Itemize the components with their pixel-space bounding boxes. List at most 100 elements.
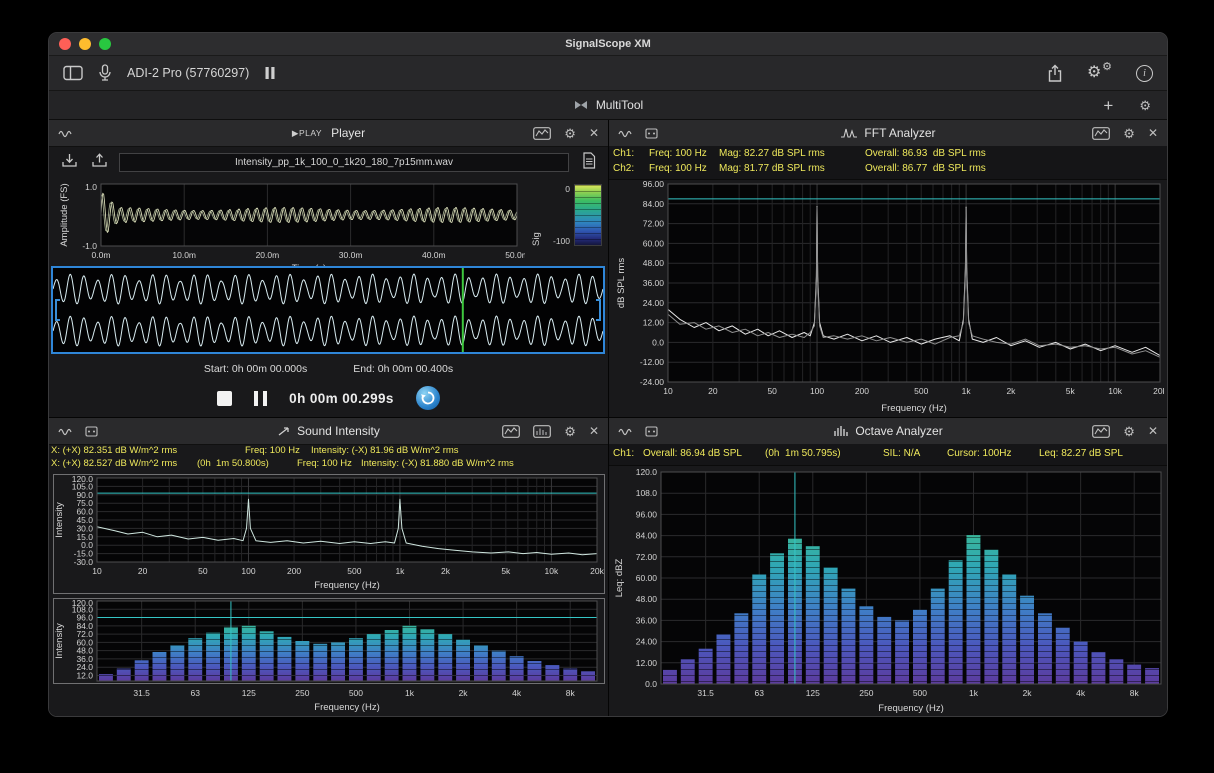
close-button[interactable] (59, 38, 71, 50)
panel-settings-button[interactable]: ⚙ (564, 425, 576, 438)
svg-text:2k: 2k (459, 688, 469, 698)
loop-icon (420, 390, 436, 406)
fft-ch2-label: Ch2: (613, 163, 634, 174)
svg-text:4k: 4k (1076, 688, 1086, 698)
intensity-spectrum-chart[interactable]: 120.0105.090.075.060.045.030.015.00.0-15… (53, 474, 605, 594)
sig-meter-scale: 0 -100 (546, 184, 570, 246)
panel-settings-button[interactable]: ⚙ (1123, 127, 1135, 140)
svg-text:120.0: 120.0 (636, 467, 658, 477)
stop-button[interactable] (217, 391, 232, 406)
sig-meter-bar (574, 184, 602, 246)
tool-tabbar: MultiTool + ⚙ (49, 91, 1167, 120)
share-button[interactable] (1047, 64, 1063, 83)
gear-icon: ⚙ (1123, 127, 1135, 140)
svg-text:24.00: 24.00 (636, 637, 658, 647)
titlebar[interactable]: SignalScope XM (49, 33, 1167, 56)
file-info-icon (582, 152, 596, 169)
toolbar: ADI-2 Pro (57760297) ⚙ ⚙ i (49, 56, 1167, 91)
panel-close-button[interactable]: ✕ (1148, 424, 1158, 438)
close-icon: ✕ (1148, 424, 1158, 438)
panel-settings-button[interactable]: ⚙ (1123, 425, 1135, 438)
waveform-overview[interactable] (51, 266, 605, 354)
svg-text:72.00: 72.00 (636, 552, 658, 562)
tab-multitool[interactable]: MultiTool (596, 98, 643, 112)
svg-text:2k: 2k (1006, 386, 1016, 396)
svg-text:125: 125 (806, 688, 820, 698)
svg-text:Frequency (Hz): Frequency (Hz) (881, 403, 946, 414)
plot-display-button[interactable] (1092, 425, 1110, 438)
panel-close-button[interactable]: ✕ (1148, 126, 1158, 140)
minimize-button[interactable] (79, 38, 91, 50)
svg-text:2k: 2k (1023, 688, 1033, 698)
device-selector[interactable]: ADI-2 Pro (57760297) (127, 66, 249, 80)
plot-display-icon (1092, 425, 1110, 438)
player-amplitude-chart[interactable]: 1.0-1.00.0m10.0m20.0m30.0m40.0m50.0mTime… (55, 182, 525, 274)
octave-readout: Ch1: Overall: 86.94 dB SPL (0h 1m 50.795… (609, 444, 1167, 466)
gear-icon: ⚙ (1123, 425, 1135, 438)
layout-settings-button[interactable]: ⚙ (1139, 99, 1151, 112)
input-source-button[interactable] (98, 64, 112, 82)
window-title: SignalScope XM (565, 38, 651, 50)
plot-display-button[interactable] (502, 425, 520, 438)
svg-text:10.0m: 10.0m (172, 250, 196, 260)
sig-top-tick: 0 (546, 184, 570, 194)
fft-ch1-label: Ch1: (613, 148, 634, 159)
svg-text:1.0: 1.0 (85, 182, 97, 192)
svg-text:50.0m: 50.0m (505, 250, 525, 260)
export-file-button[interactable] (91, 152, 108, 171)
input-pause-button[interactable] (264, 66, 276, 80)
player-panel: ▶PLAY Player ⚙ ✕ Intensity_pp_1k_100_0_1… (49, 120, 608, 417)
octave-overall: Overall: 86.94 dB SPL (643, 448, 742, 459)
pause-button[interactable] (254, 391, 267, 406)
pause-bar (263, 391, 267, 406)
info-glyph: i (1143, 68, 1146, 79)
panel-settings-button[interactable]: ⚙ (564, 127, 576, 140)
svg-text:63: 63 (754, 688, 764, 698)
svg-text:-24.00: -24.00 (640, 377, 664, 387)
svg-text:36.00: 36.00 (643, 278, 665, 288)
plot-display-button[interactable] (1092, 127, 1110, 140)
svg-text:4k: 4k (512, 688, 522, 698)
panel-close-button[interactable]: ✕ (589, 424, 599, 438)
desktop: SignalScope XM ADI-2 Pro (57760297) ⚙ ⚙ (0, 0, 1214, 773)
octave-header: Octave Analyzer ⚙ ✕ (609, 418, 1167, 445)
zoom-button[interactable] (99, 38, 111, 50)
info-icon: i (1136, 65, 1153, 82)
signal-level-meter: Sig 0 -100 (531, 184, 605, 246)
sig-bottom-tick: -100 (546, 236, 570, 246)
svg-text:200: 200 (855, 386, 869, 396)
gear-icon: ⚙ (564, 425, 576, 438)
octave-title: Octave Analyzer (855, 424, 942, 438)
fft-spectrum-chart[interactable]: 96.0084.0072.0060.0048.0036.0024.0012.00… (612, 178, 1164, 416)
fft-readout: Ch1: Freq: 100 Hz Mag: 82.27 dB SPL rms … (609, 146, 1167, 180)
octave-time: (0h 1m 50.795s) (765, 448, 841, 459)
window-controls (59, 38, 111, 50)
svg-text:1k: 1k (962, 386, 972, 396)
fft-ch1-overall: Overall: 86.93 dB SPL rms (865, 148, 986, 159)
svg-text:1k: 1k (405, 688, 415, 698)
player-file-row: Intensity_pp_1k_100_0_1k20_180_7p15mm.wa… (49, 150, 608, 174)
close-icon: ✕ (1148, 126, 1158, 140)
loop-button[interactable] (416, 386, 440, 410)
intensity-header: Sound Intensity ⚙ ✕ (49, 418, 608, 445)
svg-text:12.00: 12.00 (643, 318, 665, 328)
svg-text:10k: 10k (1108, 386, 1122, 396)
plot-display-button[interactable] (533, 127, 551, 140)
import-file-button[interactable] (61, 152, 78, 171)
filename-field[interactable]: Intensity_pp_1k_100_0_1k20_180_7p15mm.wa… (119, 153, 569, 172)
spectrum-display-button[interactable] (533, 425, 551, 438)
add-tool-button[interactable]: + (1103, 97, 1113, 114)
selection-end-label: End: 0h 00m 00.400s (353, 363, 453, 375)
svg-text:20: 20 (708, 386, 718, 396)
pause-icon (264, 66, 276, 80)
close-icon: ✕ (589, 424, 599, 438)
file-info-button[interactable] (582, 152, 596, 172)
octave-band-chart[interactable]: 120.0108.096.0084.0072.0060.0048.0036.00… (611, 466, 1165, 716)
gear-icon: ⚙ (1087, 63, 1101, 83)
sidebar-toggle-button[interactable] (63, 65, 83, 81)
panel-close-button[interactable]: ✕ (589, 126, 599, 140)
intensity-band-chart[interactable]: 120.0108.096.084.072.060.048.036.024.012… (53, 598, 605, 716)
settings-button[interactable]: ⚙ ⚙ (1087, 63, 1112, 83)
info-button[interactable]: i (1136, 65, 1153, 82)
svg-text:10: 10 (92, 566, 102, 576)
